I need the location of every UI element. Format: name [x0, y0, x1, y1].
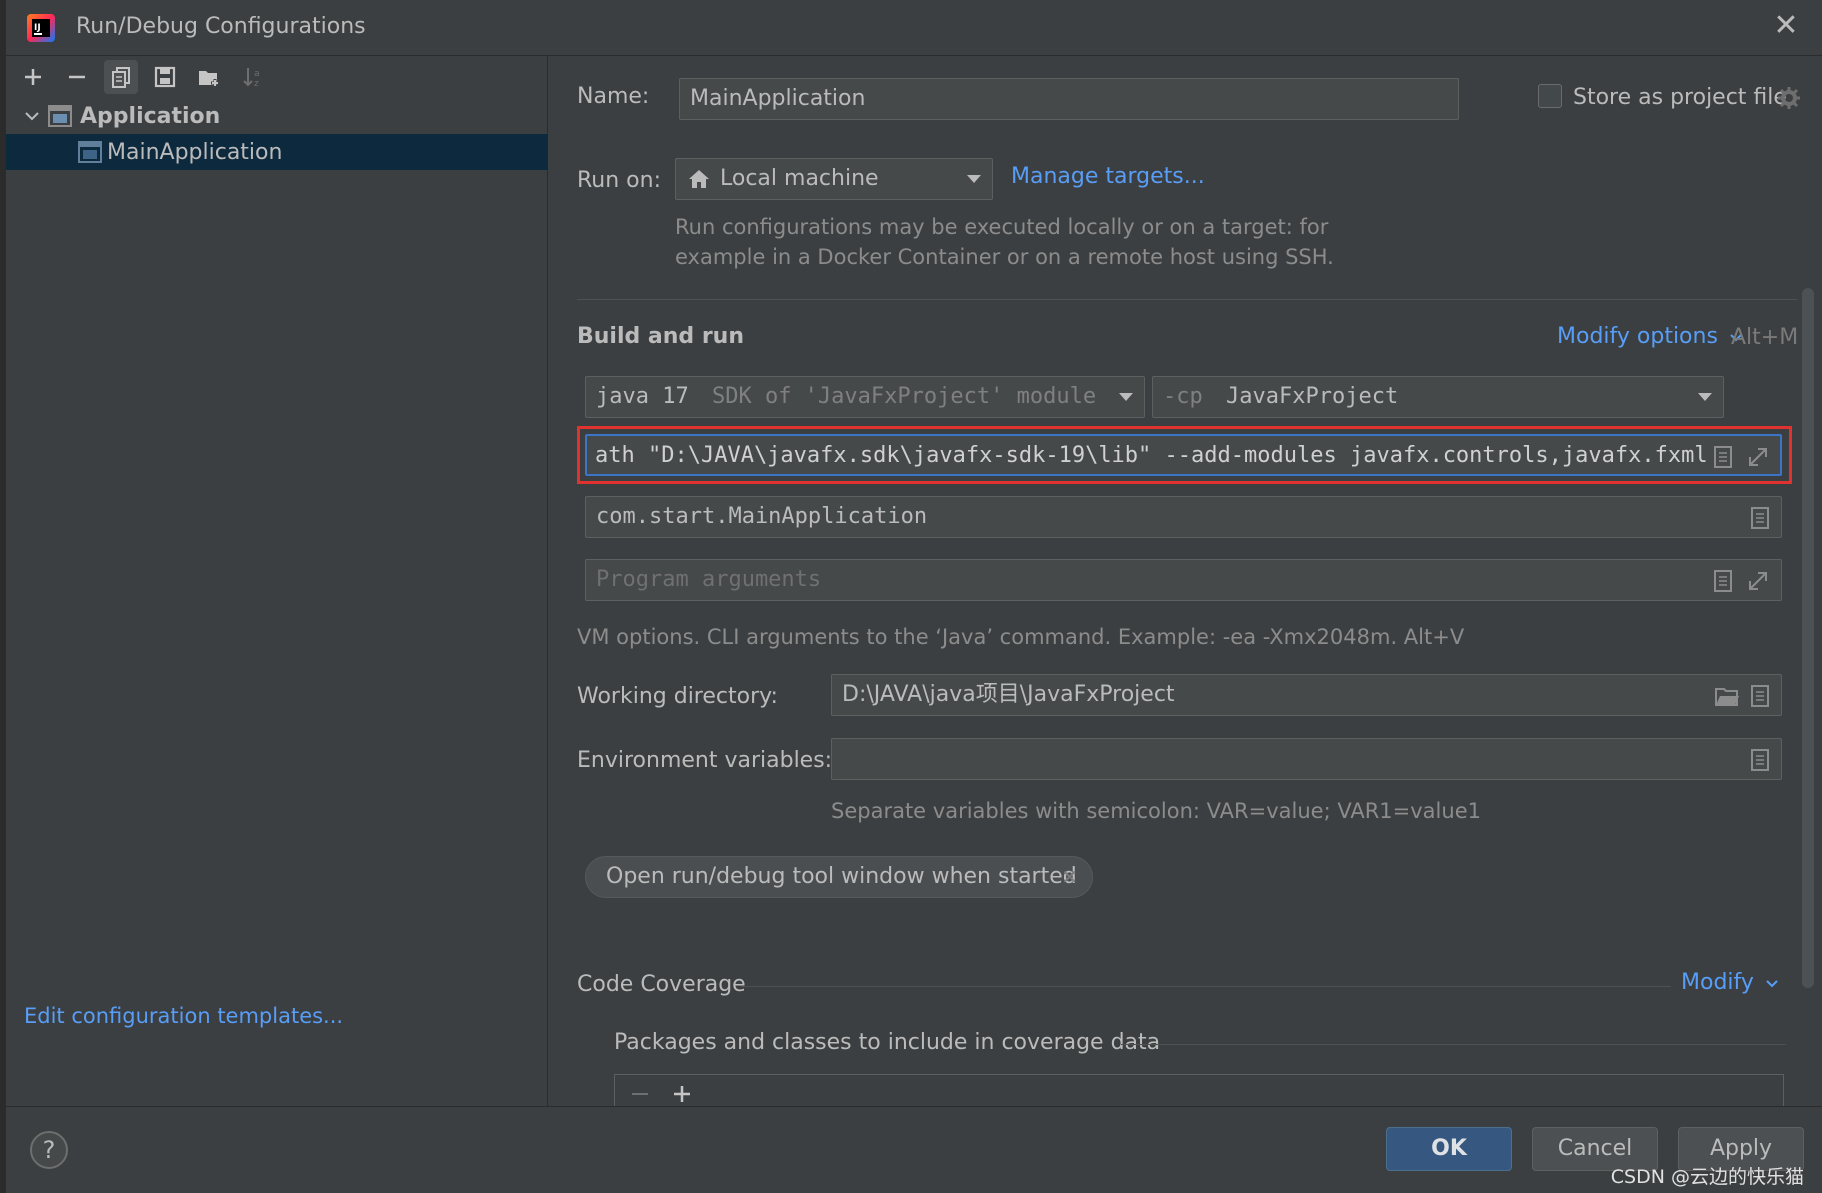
document-icon[interactable] — [1749, 506, 1771, 530]
modify-options-link[interactable]: Modify options — [1557, 324, 1743, 349]
add-button[interactable] — [16, 60, 50, 94]
gear-icon[interactable] — [1777, 86, 1801, 110]
program-args-input[interactable]: Program arguments — [585, 559, 1782, 601]
help-button[interactable]: ? — [30, 1131, 68, 1169]
application-icon — [48, 105, 72, 127]
store-project-file-label: Store as project file — [1573, 85, 1787, 110]
dropdown-arrow-icon — [1698, 393, 1712, 401]
chip-close-icon[interactable]: ✕ — [1061, 857, 1078, 897]
watermark: CSDN @云边的快乐猫 — [1610, 1166, 1804, 1188]
tree-item-label: MainApplication — [107, 139, 283, 165]
classpath-select[interactable]: -cp JavaFxProject — [1152, 376, 1724, 418]
modify-options-label: Modify options — [1557, 324, 1718, 349]
scrollbar[interactable] — [1802, 288, 1814, 988]
separator — [577, 299, 1797, 300]
run-on-select[interactable]: Local machine — [675, 158, 993, 200]
separator — [741, 986, 1671, 987]
expand-icon[interactable] — [1747, 445, 1769, 469]
modify-link[interactable]: Modify — [1681, 970, 1779, 995]
application-icon — [78, 141, 102, 163]
configurations-panel: az Application MainApplication Edit conf… — [6, 56, 548, 1106]
working-dir-input[interactable]: D:\JAVA\java项目\JavaFxProject — [831, 674, 1782, 716]
remove-icon — [69, 75, 85, 79]
cp-value: JavaFxProject — [1226, 384, 1399, 409]
name-input[interactable]: MainApplication — [679, 78, 1459, 120]
main-class-input[interactable]: com.start.MainApplication — [585, 496, 1782, 538]
dropdown-arrow-icon — [967, 175, 981, 183]
dropdown-arrow-icon — [1119, 393, 1133, 401]
modify-label: Modify — [1681, 970, 1754, 995]
intellij-idea-icon: IJ — [27, 14, 55, 42]
store-project-file-checkbox[interactable] — [1538, 84, 1562, 108]
working-dir-value: D:\JAVA\java项目\JavaFxProject — [842, 682, 1175, 707]
chip-label: Open run/debug tool window when started — [606, 864, 1077, 889]
modify-options-shortcut: Alt+M — [1731, 325, 1799, 350]
close-icon[interactable]: ✕ — [1770, 10, 1802, 42]
open-tool-window-chip[interactable]: Open run/debug tool window when started … — [585, 856, 1093, 898]
svg-text:IJ: IJ — [34, 23, 41, 33]
document-icon[interactable] — [1749, 748, 1771, 772]
env-label: Environment variables: — [577, 748, 833, 773]
chevron-down-icon — [1766, 980, 1778, 988]
save-icon — [154, 66, 176, 88]
run-on-hint-line2: example in a Docker Container or on a re… — [675, 245, 1334, 269]
build-and-run-heading: Build and run — [577, 324, 745, 349]
sort-button[interactable]: az — [236, 60, 270, 94]
folder-icon[interactable] — [1714, 684, 1740, 708]
env-hint: Separate variables with semicolon: VAR=v… — [831, 799, 1481, 823]
name-label: Name: — [577, 84, 650, 109]
dialog-footer: ? OK Cancel Apply CSDN @云边的快乐猫 — [6, 1106, 1822, 1193]
run-on-label: Run on: — [577, 168, 661, 193]
edit-templates-link[interactable]: Edit configuration templates... — [24, 1004, 343, 1028]
jre-select[interactable]: java 17 SDK of 'JavaFxProject' module — [585, 376, 1145, 418]
working-dir-label: Working directory: — [577, 684, 778, 709]
tree-item-mainapplication[interactable]: MainApplication — [6, 134, 548, 170]
manage-targets-link[interactable]: Manage targets... — [1011, 164, 1205, 189]
new-folder-button[interactable] — [192, 60, 226, 94]
copy-icon — [112, 67, 130, 88]
config-form: Name: MainApplication Store as project f… — [549, 56, 1822, 1106]
new-folder-icon — [199, 71, 219, 87]
svg-text:z: z — [254, 79, 259, 89]
svg-text:a: a — [254, 69, 260, 79]
jre-main: java 17 — [596, 384, 689, 409]
env-input[interactable] — [831, 738, 1782, 780]
coverage-packages-table — [614, 1074, 1784, 1106]
document-icon[interactable] — [1749, 684, 1771, 708]
config-toolbar: az — [6, 56, 548, 98]
title-bar: IJ Run/Debug Configurations ✕ — [6, 0, 1822, 56]
program-args-placeholder: Program arguments — [596, 567, 822, 592]
cp-prefix: -cp — [1163, 384, 1203, 409]
code-coverage-heading: Code Coverage — [577, 972, 746, 997]
packages-label: Packages and classes to include in cover… — [614, 1030, 1161, 1055]
tree-group-application[interactable]: Application — [6, 98, 548, 134]
jre-sub: SDK of 'JavaFxProject' module — [711, 384, 1097, 409]
add-icon — [25, 69, 41, 85]
sort-icon: az — [243, 68, 260, 89]
copy-button[interactable] — [104, 60, 138, 94]
run-on-value: Local machine — [720, 166, 879, 191]
run-debug-dialog: IJ Run/Debug Configurations ✕ az Applica… — [0, 0, 1822, 1193]
vm-options-hint: VM options. CLI arguments to the ‘Java’ … — [577, 625, 1465, 649]
tree-group-label: Application — [80, 103, 221, 129]
document-icon[interactable] — [1712, 445, 1734, 469]
run-on-hint-line1: Run configurations may be executed local… — [675, 215, 1329, 239]
separator — [1121, 1044, 1786, 1045]
vm-options-input[interactable]: ath "D:\JAVA\javafx.sdk\javafx-sdk-19\li… — [585, 434, 1782, 476]
remove-button[interactable] — [60, 60, 94, 94]
add-icon[interactable] — [671, 1083, 693, 1105]
save-button[interactable] — [148, 60, 182, 94]
expand-icon[interactable] — [1747, 569, 1769, 593]
window-title: Run/Debug Configurations — [76, 14, 366, 39]
remove-icon[interactable] — [629, 1083, 651, 1105]
chevron-down-icon — [25, 112, 39, 121]
ok-button[interactable]: OK — [1386, 1127, 1512, 1171]
home-icon — [689, 170, 709, 188]
document-icon[interactable] — [1712, 569, 1734, 593]
vm-options-value: ath "D:\JAVA\javafx.sdk\javafx-sdk-19\li… — [595, 443, 1708, 468]
main-class-value: com.start.MainApplication — [596, 504, 928, 529]
